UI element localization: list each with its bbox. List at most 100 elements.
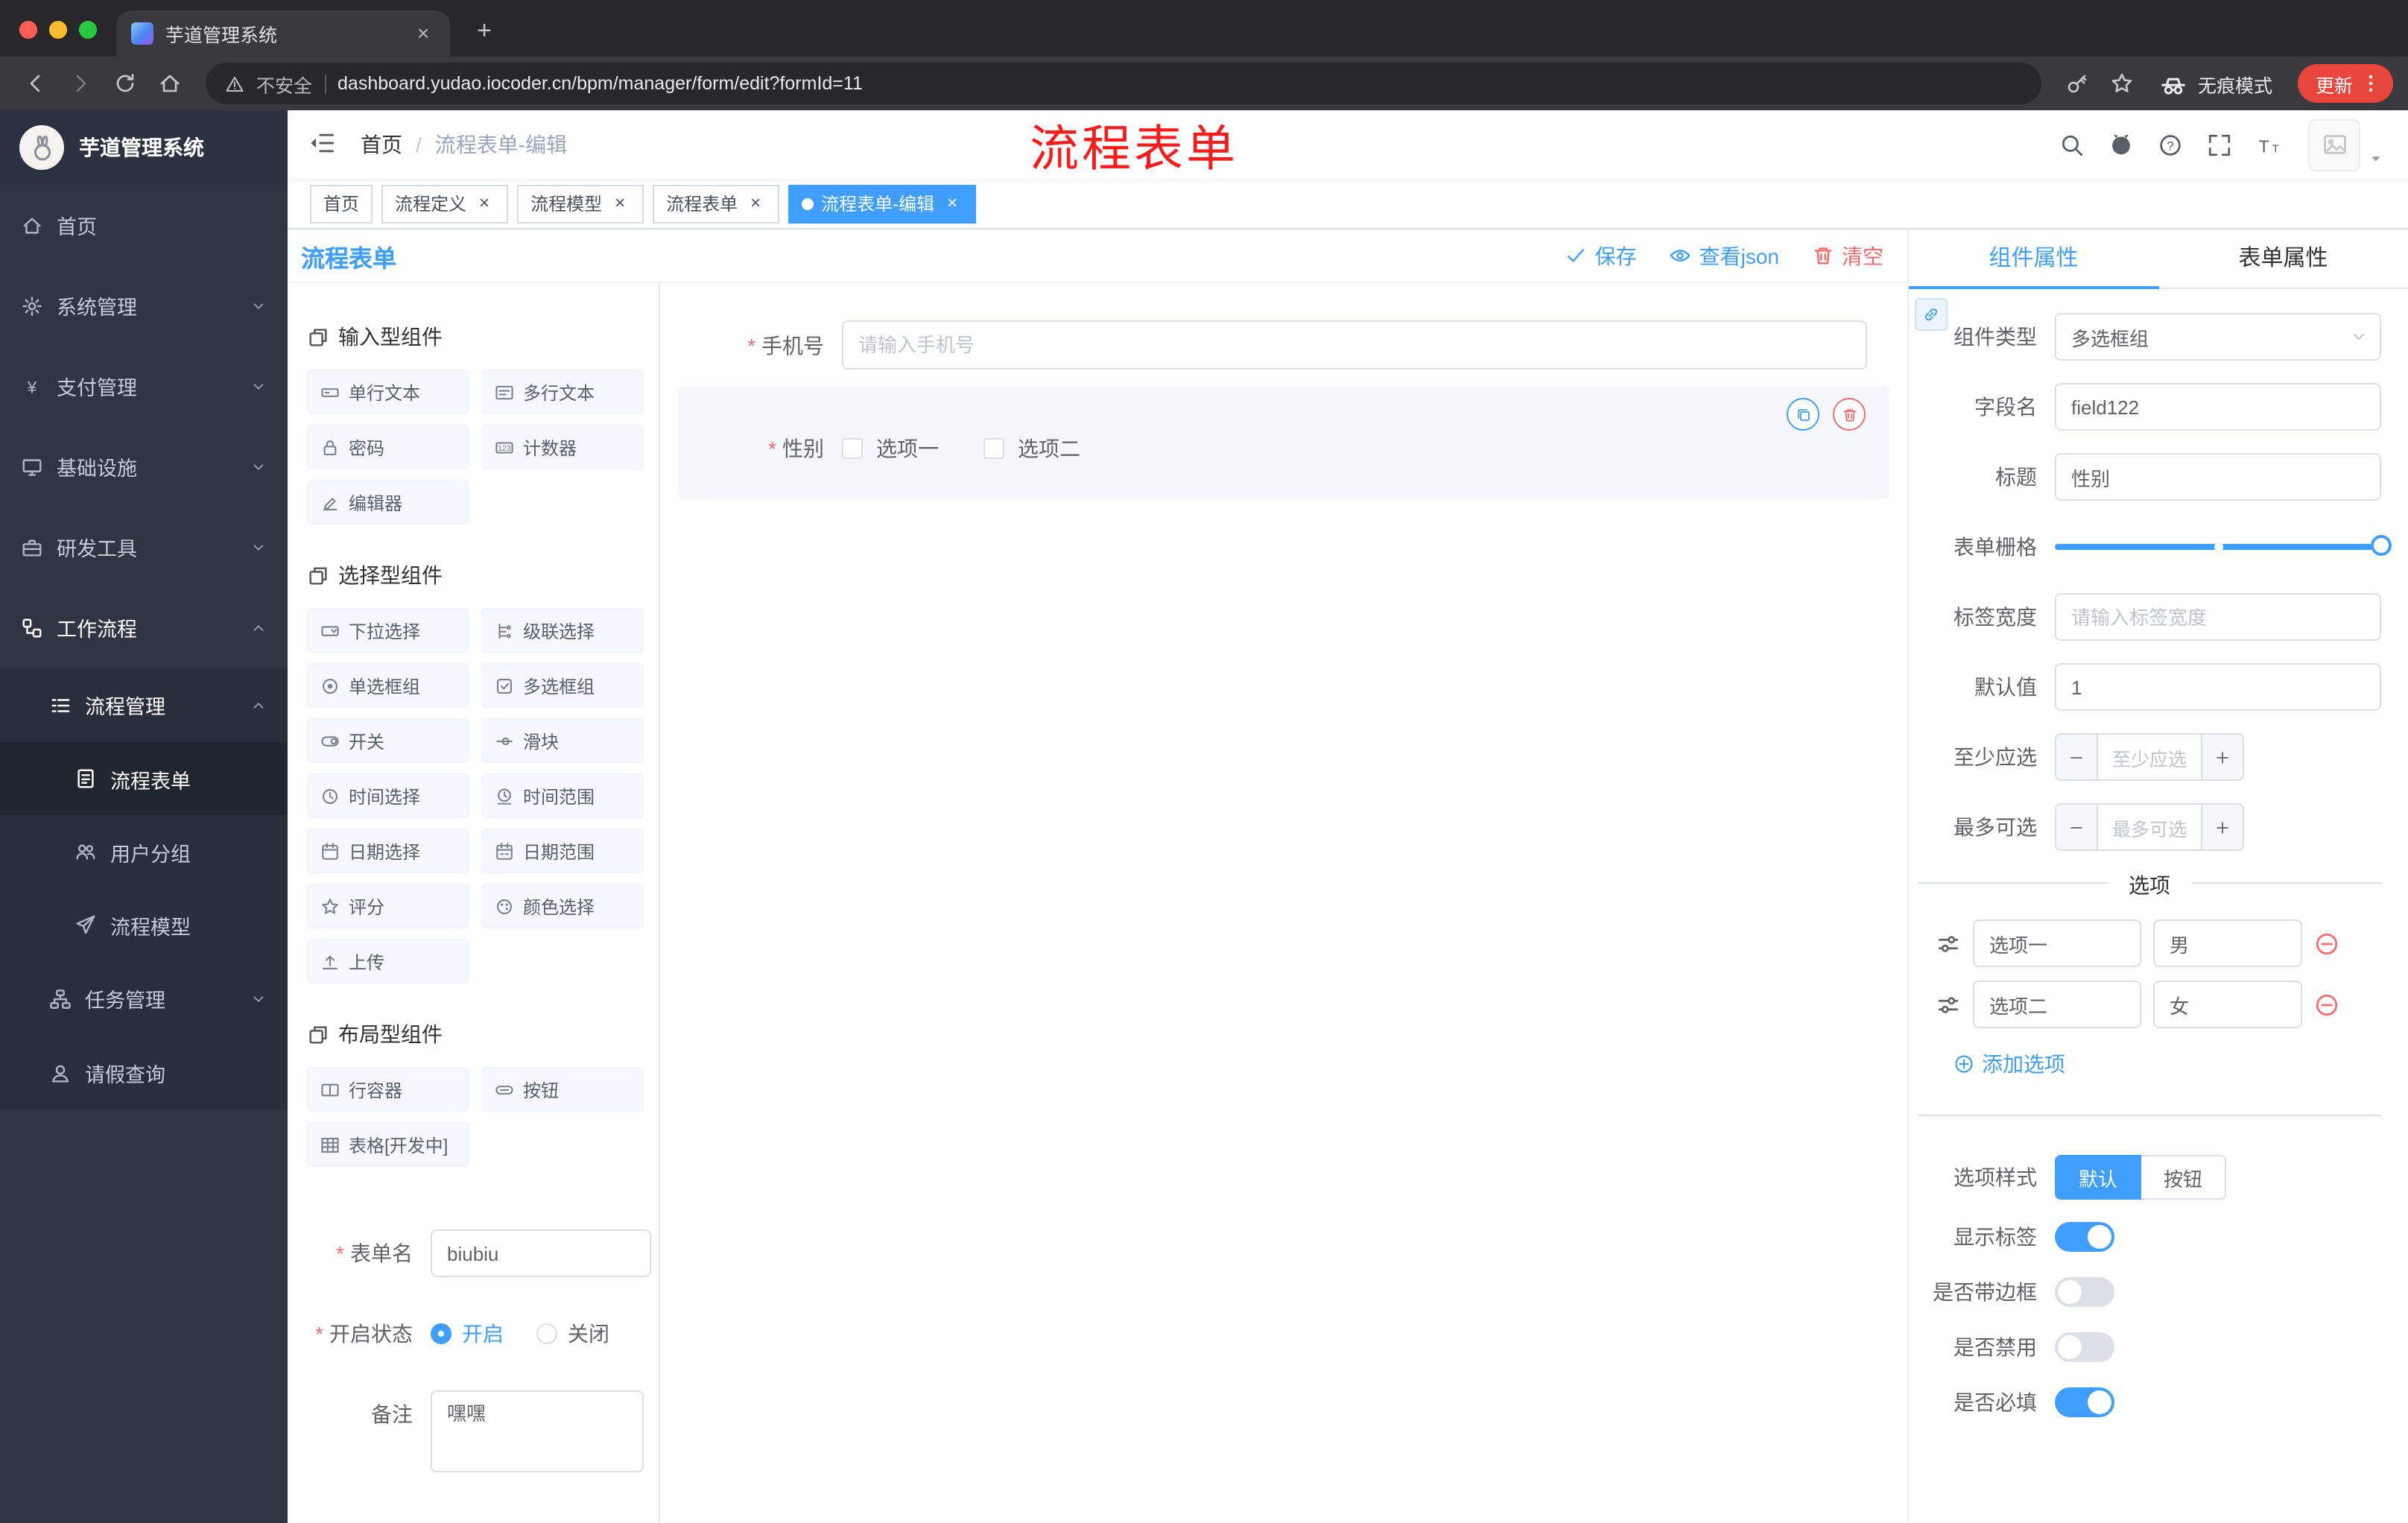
tag-close-icon[interactable] (474, 193, 495, 214)
home-button[interactable] (149, 63, 189, 104)
tab-close-icon[interactable] (411, 22, 435, 45)
decrease-button[interactable] (2056, 735, 2098, 779)
fullscreen-icon[interactable] (2201, 127, 2237, 162)
bookmark-star-icon[interactable] (2103, 63, 2143, 104)
window-minimize-button[interactable] (49, 21, 67, 39)
label-width-input[interactable] (2055, 593, 2381, 641)
sidebar-item-process-model[interactable]: 流程模型 (0, 888, 288, 961)
browser-tab[interactable]: 芋道管理系统 (116, 10, 450, 57)
tag-process-form-edit[interactable]: 流程表单-编辑 (788, 184, 977, 223)
palette-item-single-line-text[interactable]: 单行文本 (307, 370, 469, 414)
option-1-value-input[interactable] (2153, 919, 2302, 967)
slider-handle[interactable] (2371, 535, 2392, 556)
palette-item-slider[interactable]: 滑块 (481, 718, 644, 763)
palette-item-color-picker[interactable]: 颜色选择 (481, 884, 644, 928)
palette-item-checkbox-group[interactable]: 多选框组 (481, 663, 644, 708)
palette-item-multi-line-text[interactable]: 多行文本 (481, 370, 644, 414)
sidebar-item-system-management[interactable]: 系统管理 (0, 265, 288, 346)
remove-option-button[interactable] (2314, 931, 2339, 956)
sidebar-item-infrastructure[interactable]: 基础设施 (0, 426, 288, 507)
delete-widget-button[interactable] (1833, 398, 1866, 431)
tag-home[interactable]: 首页 (310, 184, 373, 223)
window-zoom-button[interactable] (79, 21, 97, 39)
user-avatar[interactable] (2308, 118, 2384, 171)
help-icon[interactable] (2152, 127, 2187, 162)
palette-item-cascader[interactable]: 级联选择 (481, 608, 644, 653)
remark-textarea[interactable]: 嘿嘿 (431, 1390, 644, 1472)
gender-option-2[interactable]: 选项二 (983, 434, 1080, 463)
palette-item-time-range[interactable]: 时间范围 (481, 773, 644, 818)
required-toggle[interactable] (2055, 1387, 2114, 1417)
phone-input[interactable] (842, 320, 1867, 370)
tag-close-icon[interactable] (745, 193, 766, 214)
increase-button[interactable] (2201, 805, 2243, 849)
sidebar-item-leave-query[interactable]: 请假查询 (0, 1036, 288, 1110)
palette-item-radio-group[interactable]: 单选框组 (307, 663, 469, 708)
palette-item-date-range[interactable]: 日期范围 (481, 829, 644, 873)
reload-button[interactable] (104, 63, 145, 104)
disabled-toggle[interactable] (2055, 1332, 2114, 1362)
option-1-label-input[interactable] (1973, 919, 2141, 967)
forward-button[interactable] (60, 63, 100, 104)
browser-menu-dots-icon[interactable] (2360, 73, 2381, 94)
phone-field-row[interactable]: 手机号 (660, 320, 1907, 370)
copy-widget-button[interactable] (1787, 398, 1819, 431)
sidebar-item-process-form[interactable]: 流程表单 (0, 742, 288, 815)
field-name-input[interactable] (2055, 383, 2381, 431)
sidebar-item-payment-management[interactable]: 支付管理 (0, 346, 288, 426)
palette-item-password[interactable]: 密码 (307, 425, 469, 469)
tab-component-props[interactable]: 组件属性 (1909, 229, 2158, 289)
github-icon[interactable] (2103, 127, 2138, 162)
bordered-toggle[interactable] (2055, 1277, 2114, 1307)
window-close-button[interactable] (19, 21, 37, 39)
selected-widget-checkbox-group[interactable]: 性别 选项一 选项二 (678, 386, 1889, 499)
tag-process-form[interactable]: 流程表单 (653, 184, 780, 223)
status-radio-open[interactable]: 开启 (431, 1319, 504, 1349)
option-2-label-input[interactable] (1973, 981, 2141, 1028)
status-radio-closed[interactable]: 关闭 (536, 1319, 609, 1349)
new-tab-button[interactable] (465, 12, 504, 51)
form-name-input[interactable] (431, 1229, 651, 1277)
sidebar-item-home[interactable]: 首页 (0, 185, 288, 265)
style-button-button[interactable]: 按钮 (2141, 1155, 2227, 1200)
palette-item-select[interactable]: 下拉选择 (307, 608, 469, 653)
form-canvas[interactable]: 手机号 性别 (660, 283, 1907, 1523)
sidebar-item-dev-tools[interactable]: 研发工具 (0, 507, 288, 587)
grid-slider[interactable] (2055, 523, 2392, 571)
tag-close-icon[interactable] (942, 193, 963, 214)
style-default-button[interactable]: 默认 (2055, 1155, 2142, 1200)
tab-form-props[interactable]: 表单属性 (2158, 229, 2408, 288)
max-count-stepper[interactable]: 最多可选 (2055, 803, 2244, 851)
palette-item-row-container[interactable]: 行容器 (307, 1067, 469, 1112)
view-json-button[interactable]: 查看json (1670, 241, 1779, 270)
address-bar[interactable]: 不安全 dashboard.yudao.iocoder.cn/bpm/manag… (206, 63, 2041, 104)
palette-item-table[interactable]: 表格[开发中] (307, 1122, 469, 1167)
palette-item-date-picker[interactable]: 日期选择 (307, 829, 469, 873)
tag-process-definition[interactable]: 流程定义 (381, 184, 509, 223)
gender-option-1[interactable]: 选项一 (842, 434, 939, 463)
show-label-toggle[interactable] (2055, 1222, 2114, 1252)
sidebar-item-process-management[interactable]: 流程管理 (0, 668, 288, 742)
sidebar-item-workflow[interactable]: 工作流程 (0, 587, 288, 668)
palette-item-time-picker[interactable]: 时间选择 (307, 773, 469, 818)
link-icon[interactable] (1915, 298, 1948, 331)
palette-item-counter[interactable]: 计数器 (481, 425, 644, 469)
palette-item-switch[interactable]: 开关 (307, 718, 469, 763)
increase-button[interactable] (2201, 735, 2243, 779)
clear-button[interactable]: 清空 (1812, 241, 1883, 270)
palette-item-editor[interactable]: 编辑器 (307, 480, 469, 525)
sidebar-item-user-group[interactable]: 用户分组 (0, 815, 288, 888)
option-2-value-input[interactable] (2153, 981, 2302, 1028)
save-button[interactable]: 保存 (1565, 241, 1637, 270)
sidebar-item-task-management[interactable]: 任务管理 (0, 961, 288, 1036)
drag-handle-icon[interactable] (1936, 931, 1961, 956)
sidebar-toggle-icon[interactable] (308, 130, 338, 159)
tag-close-icon[interactable] (609, 193, 630, 214)
min-count-stepper[interactable]: 至少应选 (2055, 733, 2244, 781)
update-button[interactable]: 更新 (2297, 64, 2393, 103)
add-option-button[interactable]: 添加选项 (1954, 1049, 2381, 1079)
font-size-icon[interactable] (2250, 127, 2286, 162)
default-value-input[interactable] (2055, 663, 2381, 711)
breadcrumb-home[interactable]: 首页 (361, 130, 402, 159)
drag-handle-icon[interactable] (1936, 992, 1961, 1017)
